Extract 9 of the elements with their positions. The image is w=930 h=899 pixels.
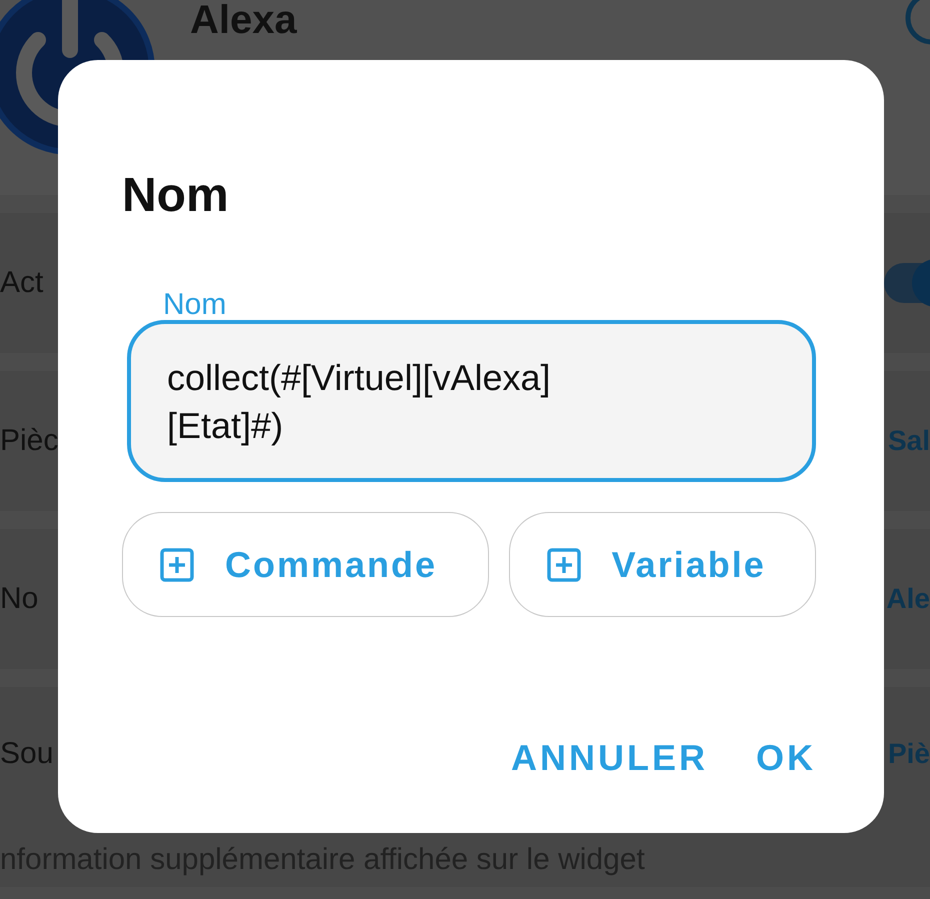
insert-button[interactable]: Variable bbox=[508, 512, 816, 617]
insert-button[interactable]: Commande bbox=[122, 512, 489, 617]
dialog-action-button[interactable]: OK bbox=[756, 737, 816, 779]
device-title: Alexa bbox=[190, 0, 297, 40]
add-icon bbox=[546, 546, 582, 582]
dialog-action-button[interactable]: ANNULER bbox=[511, 737, 708, 779]
name-field[interactable]: collect(#[Virtuel][vAlexa][Etat]#) bbox=[127, 320, 816, 482]
dialog-title: Nom bbox=[122, 168, 229, 224]
add-icon bbox=[159, 546, 195, 582]
